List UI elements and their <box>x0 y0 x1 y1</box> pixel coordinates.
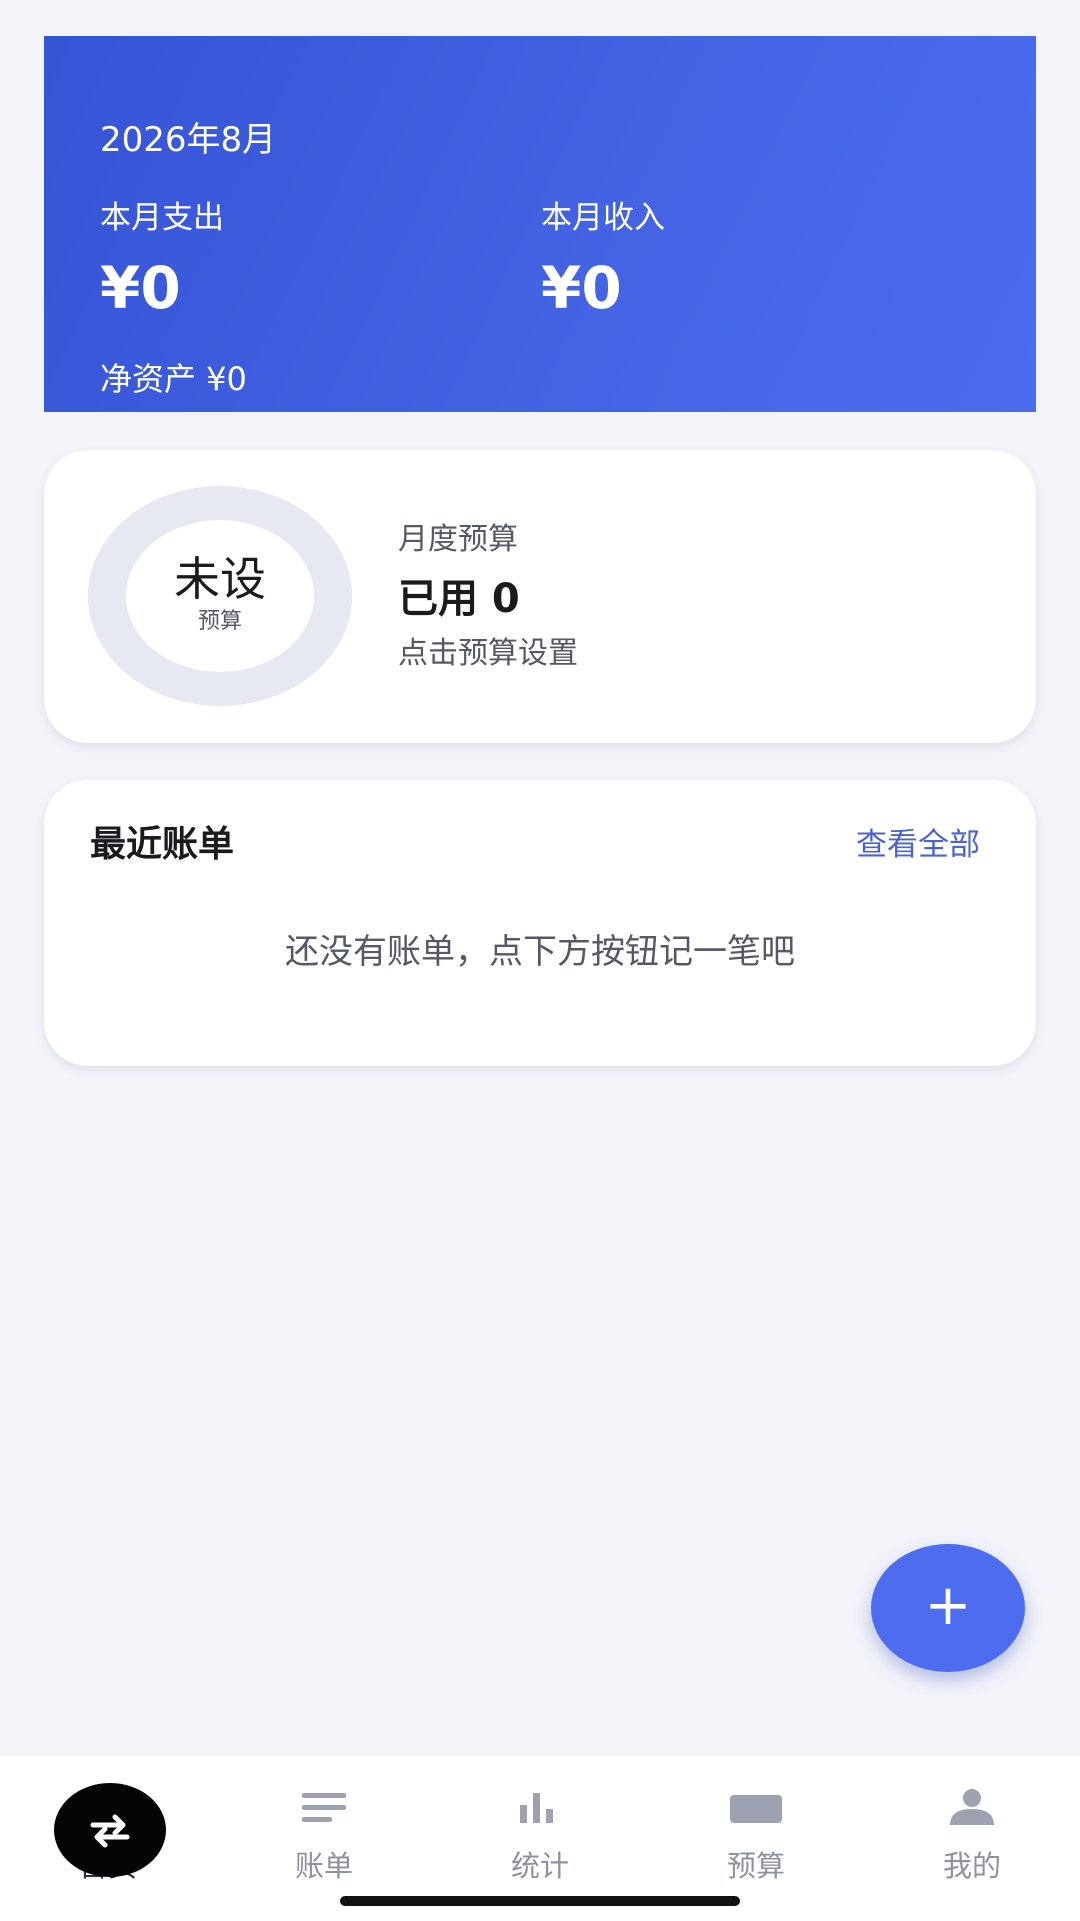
budget-setup-link[interactable]: 点击预算设置 <box>398 634 578 674</box>
person-icon <box>864 1783 1080 1833</box>
budget-ring-center: 未设 预算 <box>126 520 314 672</box>
empty-state-text: 还没有账单，点下方按钮记一笔吧 <box>285 932 795 972</box>
expense-label: 本月支出 <box>100 200 224 236</box>
expense-value: ¥0 <box>100 254 181 322</box>
income-label: 本月收入 <box>541 200 665 236</box>
tab-bills-label: 账单 <box>294 1849 353 1883</box>
month-label[interactable]: 2026年8月 <box>100 118 276 162</box>
budget-used: 已用 0 <box>398 576 520 622</box>
home-icon <box>54 1783 166 1877</box>
view-all-link[interactable]: 查看全部 <box>856 824 980 866</box>
budget-title: 月度预算 <box>398 522 518 557</box>
tab-stats-label: 统计 <box>510 1849 569 1883</box>
budget-ring: 未设 预算 <box>88 486 352 706</box>
net-assets: 净资产 ¥0 <box>100 360 247 398</box>
budget-ring-sub-text: 预算 <box>197 609 242 634</box>
budget-ring-main-text: 未设 <box>174 552 266 606</box>
recent-bills-title: 最近账单 <box>90 824 235 865</box>
add-bill-button[interactable]: + <box>871 1544 1025 1672</box>
recent-bills-card: 最近账单 查看全部 还没有账单，点下方按钮记一笔吧 <box>44 780 1036 1066</box>
home-indicator[interactable] <box>340 1896 740 1906</box>
bar-chart-icon <box>432 1783 648 1833</box>
tab-mine[interactable]: 我的 <box>864 1755 1080 1921</box>
summary-card: 2026年8月 本月支出 ¥0 本月收入 ¥0 净资产 ¥0 <box>44 36 1036 412</box>
wallet-icon <box>648 1783 864 1833</box>
list-icon <box>216 1783 432 1833</box>
swap-arrows-icon <box>90 1814 130 1848</box>
tab-mine-label: 我的 <box>942 1849 1001 1883</box>
tab-budget-label: 预算 <box>726 1849 785 1883</box>
budget-card[interactable]: 未设 预算 月度预算 已用 0 点击预算设置 <box>44 450 1036 743</box>
tab-home[interactable]: 首页 <box>0 1755 216 1921</box>
income-value: ¥0 <box>541 254 622 322</box>
